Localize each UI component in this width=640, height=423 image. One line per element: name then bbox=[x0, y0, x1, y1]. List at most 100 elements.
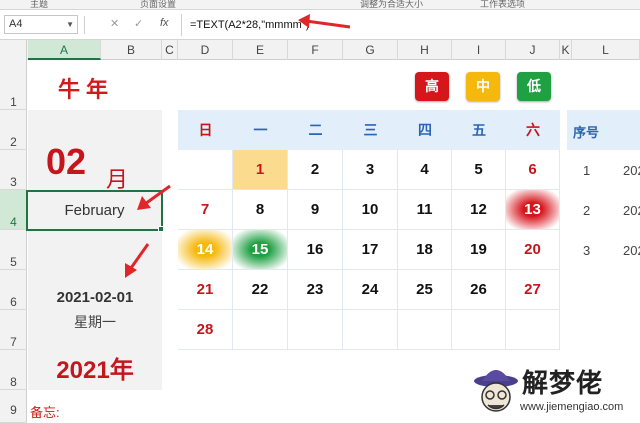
column-header-bar: A B C D E F G H I J K L bbox=[0, 40, 640, 60]
calendar-day[interactable]: 14 bbox=[178, 230, 233, 270]
column-header-j[interactable]: J bbox=[506, 40, 560, 60]
column-header-e[interactable]: E bbox=[233, 40, 288, 60]
memo-label: 备忘: bbox=[30, 405, 60, 420]
watermark-brand: 解梦佬 bbox=[522, 368, 604, 398]
calendar-day[interactable]: 4 bbox=[398, 150, 452, 190]
calendar-day[interactable]: 6 bbox=[506, 150, 560, 190]
formula-bar: A4 ▼ ✕ ✓ fx =TEXT(A2*28,"mmmm") bbox=[0, 10, 640, 40]
calendar-day[interactable]: 22 bbox=[233, 270, 288, 310]
calendar-day[interactable]: 19 bbox=[452, 230, 506, 270]
calendar-day[interactable]: 13 bbox=[506, 190, 560, 230]
row-header-bar: 1 2 3 4 5 6 7 8 9 bbox=[0, 60, 27, 423]
row-header-2[interactable]: 2 bbox=[0, 110, 27, 150]
side-table-row-no: 2 bbox=[583, 203, 591, 218]
column-header-a[interactable]: A bbox=[28, 40, 101, 60]
enter-icon[interactable]: ✓ bbox=[134, 17, 143, 30]
row-header-7[interactable]: 7 bbox=[0, 310, 27, 350]
calendar-day[interactable]: 9 bbox=[288, 190, 343, 230]
calendar-day[interactable]: 3 bbox=[343, 150, 398, 190]
weekday-header: 一 bbox=[233, 110, 288, 150]
weekday-header: 五 bbox=[452, 110, 506, 150]
calendar-day[interactable]: 25 bbox=[398, 270, 452, 310]
side-table-row-no: 3 bbox=[583, 243, 591, 258]
side-table-row-no: 1 bbox=[583, 163, 591, 178]
column-header-i[interactable]: I bbox=[452, 40, 506, 60]
calendar-empty-cell bbox=[506, 310, 560, 350]
calendar-day[interactable]: 24 bbox=[343, 270, 398, 310]
watermark-url: www.jiemengiao.com bbox=[520, 401, 624, 413]
calendar-day[interactable]: 8 bbox=[233, 190, 288, 230]
name-box-value: A4 bbox=[9, 18, 23, 30]
calendar-day[interactable]: 2 bbox=[288, 150, 343, 190]
current-weekday: 星期一 bbox=[74, 314, 116, 330]
priority-high-button[interactable]: 高 bbox=[415, 72, 449, 101]
current-year: 2021年 bbox=[56, 357, 134, 384]
calendar-empty-cell bbox=[343, 310, 398, 350]
cancel-icon[interactable]: ✕ bbox=[110, 17, 119, 30]
select-all-corner[interactable] bbox=[0, 40, 27, 60]
column-header-g[interactable]: G bbox=[343, 40, 398, 60]
calendar-day[interactable]: 1 bbox=[233, 150, 288, 190]
calendar-day[interactable]: 16 bbox=[288, 230, 343, 270]
calendar-day[interactable]: 20 bbox=[506, 230, 560, 270]
calendar-day[interactable]: 17 bbox=[343, 230, 398, 270]
row-header-4[interactable]: 4 bbox=[0, 190, 27, 230]
weekday-header: 日 bbox=[178, 110, 233, 150]
calendar-day[interactable]: 23 bbox=[288, 270, 343, 310]
insert-function-icon[interactable]: fx bbox=[160, 17, 169, 29]
column-header-k[interactable]: K bbox=[560, 40, 572, 60]
calendar-day[interactable]: 28 bbox=[178, 310, 233, 350]
calendar-day[interactable]: 12 bbox=[452, 190, 506, 230]
calendar-day[interactable]: 7 bbox=[178, 190, 233, 230]
calendar-day[interactable]: 15 bbox=[233, 230, 288, 270]
weekday-header: 三 bbox=[343, 110, 398, 150]
side-table-header-no: 序号 bbox=[573, 125, 600, 140]
calendar-empty-cell bbox=[178, 150, 233, 190]
row-header-8[interactable]: 8 bbox=[0, 350, 27, 390]
watermark-mascot-icon bbox=[474, 370, 518, 412]
current-date: 2021-02-01 bbox=[56, 289, 134, 306]
priority-low-button[interactable]: 低 bbox=[517, 72, 551, 101]
side-table: 序号 1 202 2 202 3 202 bbox=[567, 110, 640, 310]
calendar-empty-cell bbox=[288, 310, 343, 350]
weekday-header: 四 bbox=[398, 110, 452, 150]
calendar-day[interactable]: 5 bbox=[452, 150, 506, 190]
row-header-9[interactable]: 9 bbox=[0, 390, 27, 423]
calendar-grid: 日一二三四五六 1 2 3 4 5 6 7 8 9 10 11 12 13 14 15 16 17 18 19 20 21… bbox=[178, 110, 560, 390]
calendar-day[interactable]: 10 bbox=[343, 190, 398, 230]
chevron-down-icon[interactable]: ▼ bbox=[66, 16, 74, 33]
name-box[interactable]: A4 ▼ bbox=[4, 15, 78, 34]
column-header-d[interactable]: D bbox=[178, 40, 233, 60]
weekday-header: 二 bbox=[288, 110, 343, 150]
calendar-empty-cell bbox=[233, 310, 288, 350]
row-header-5[interactable]: 5 bbox=[0, 230, 27, 270]
side-table-row-value: 202 bbox=[623, 163, 640, 178]
column-header-f[interactable]: F bbox=[288, 40, 343, 60]
column-header-h[interactable]: H bbox=[398, 40, 452, 60]
page-title: 牛年 bbox=[58, 77, 115, 103]
fill-handle[interactable] bbox=[158, 226, 164, 232]
calendar-day[interactable]: 27 bbox=[506, 270, 560, 310]
ribbon-label-sheet-options[interactable]: 工作表选项 bbox=[480, 0, 525, 9]
watermark: 解梦佬 www.jiemengiao.com bbox=[472, 361, 640, 423]
row-header-1[interactable]: 1 bbox=[0, 60, 27, 110]
ribbon-group-labels: 主题 页面设置 调整为合适大小 工作表选项 bbox=[0, 0, 640, 10]
selected-cell-month-name[interactable]: February bbox=[26, 190, 163, 231]
weekday-header: 六 bbox=[506, 110, 560, 150]
calendar-day[interactable]: 21 bbox=[178, 270, 233, 310]
calendar-day[interactable]: 11 bbox=[398, 190, 452, 230]
column-header-c[interactable]: C bbox=[162, 40, 178, 60]
column-header-b[interactable]: B bbox=[101, 40, 162, 60]
side-table-row-value: 202 bbox=[623, 243, 640, 258]
calendar-day[interactable]: 18 bbox=[398, 230, 452, 270]
calendar-day[interactable]: 26 bbox=[452, 270, 506, 310]
calendar-empty-cell bbox=[452, 310, 506, 350]
ribbon-label-theme[interactable]: 主题 bbox=[30, 0, 48, 9]
formula-input[interactable]: =TEXT(A2*28,"mmmm") bbox=[181, 14, 637, 36]
row-header-3[interactable]: 3 bbox=[0, 150, 27, 190]
ribbon-label-page-setup[interactable]: 页面设置 bbox=[140, 0, 176, 9]
ribbon-label-scale-to-fit[interactable]: 调整为合适大小 bbox=[360, 0, 423, 9]
priority-medium-button[interactable]: 中 bbox=[466, 72, 500, 101]
column-header-l[interactable]: L bbox=[572, 40, 640, 60]
row-header-6[interactable]: 6 bbox=[0, 270, 27, 310]
